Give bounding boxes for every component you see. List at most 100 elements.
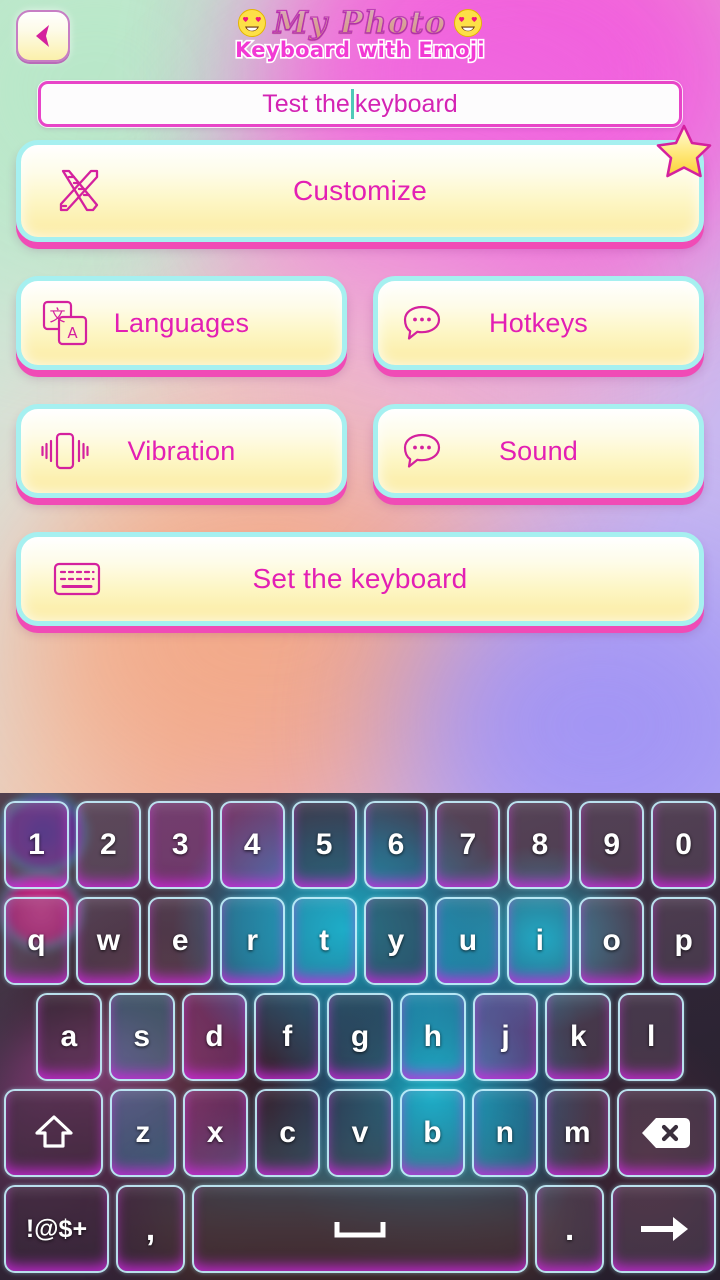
zxcv-row: z x c vbn m bbox=[0, 1085, 720, 1181]
key-c[interactable]: c bbox=[254, 1089, 321, 1177]
set-keyboard-button[interactable]: Set the keyboard bbox=[16, 532, 704, 626]
languages-button[interactable]: 文 A Languages bbox=[16, 276, 347, 370]
key-0-label: 0 bbox=[675, 828, 692, 861]
bottom-row: !@$+,. bbox=[0, 1181, 720, 1277]
key-k[interactable]: k bbox=[545, 993, 612, 1081]
logo-script-text: My Photo bbox=[269, 4, 452, 42]
key-d-label: d bbox=[205, 1020, 224, 1053]
key-z[interactable]: z bbox=[110, 1089, 176, 1177]
keyboard-rows: 1 2 3 4 5 6 7 8 9 0 q w e r t y u i o p a s d f g h j k l z x c v b n m !@$+… bbox=[0, 793, 720, 1280]
key-q[interactable]: q bbox=[4, 897, 69, 985]
key-v[interactable]: v bbox=[327, 1089, 393, 1177]
key-t[interactable]: t bbox=[291, 897, 357, 985]
translate-icon: 文 A bbox=[39, 297, 91, 349]
key-x[interactable]: x bbox=[182, 1089, 248, 1177]
key-m[interactable]: m bbox=[544, 1089, 610, 1177]
vibrating-phone-icon bbox=[39, 425, 91, 477]
key-symbols[interactable]: !@$+ bbox=[4, 1185, 109, 1273]
sound-button[interactable]: Sound bbox=[373, 404, 704, 498]
virtual-keyboard: 1 2 3 4 5 6 7 8 9 0 q w e r t y u i o p a s d f g h j k l z x c v b n m !@$+… bbox=[0, 793, 720, 1280]
qwerty-row: q w e r t y uio p bbox=[0, 893, 720, 989]
key-period-label: . bbox=[564, 1210, 575, 1248]
shift-arrow-icon bbox=[31, 1112, 77, 1154]
hotkeys-button[interactable]: Hotkeys bbox=[373, 276, 704, 370]
key-a-label: a bbox=[60, 1020, 78, 1053]
key-d[interactable]: d bbox=[181, 993, 248, 1081]
key-m-label: m bbox=[563, 1116, 591, 1149]
key-g[interactable]: g bbox=[327, 993, 393, 1081]
key-s-label: s bbox=[133, 1020, 151, 1053]
key-j-label: j bbox=[501, 1020, 510, 1053]
key-b[interactable]: b bbox=[399, 1089, 466, 1177]
key-symbols-label: !@$+ bbox=[25, 1214, 88, 1243]
settings-menu: Customize 文 A Languages Hotkeys Vibratio… bbox=[0, 124, 720, 626]
test-keyboard-input[interactable]: Test the keyboard bbox=[38, 81, 682, 127]
key-a[interactable]: a bbox=[36, 993, 102, 1081]
key-space[interactable] bbox=[192, 1185, 528, 1273]
set-keyboard-label: Set the keyboard bbox=[252, 563, 468, 594]
logo-subtitle: Keyboard with Emoji bbox=[233, 36, 486, 63]
key-1[interactable]: 1 bbox=[4, 801, 69, 889]
key-6[interactable]: 6 bbox=[363, 801, 429, 889]
key-c-label: c bbox=[279, 1116, 296, 1149]
key-h[interactable]: h bbox=[399, 993, 466, 1081]
key-q-label: q bbox=[27, 924, 46, 957]
test-input-value: Test the keyboard bbox=[262, 89, 458, 119]
key-period[interactable]: . bbox=[535, 1185, 605, 1273]
key-9[interactable]: 9 bbox=[579, 801, 645, 889]
key-backspace[interactable] bbox=[616, 1089, 717, 1177]
key-4[interactable]: 4 bbox=[219, 801, 285, 889]
key-o-label: o bbox=[602, 924, 621, 957]
key-t-label: t bbox=[319, 924, 330, 957]
key-u-label: u bbox=[458, 924, 478, 957]
key-6-label: 6 bbox=[387, 828, 405, 861]
key-w[interactable]: w bbox=[75, 897, 141, 985]
key-y[interactable]: y bbox=[363, 897, 429, 985]
key-z-label: z bbox=[135, 1116, 151, 1149]
key-0[interactable]: 0 bbox=[651, 801, 717, 889]
key-u[interactable]: u bbox=[435, 897, 501, 985]
speech-bubble-icon bbox=[396, 425, 448, 477]
key-h-label: h bbox=[423, 1020, 442, 1053]
key-n-label: n bbox=[495, 1116, 514, 1149]
text-caret bbox=[350, 89, 354, 119]
key-5[interactable]: 5 bbox=[291, 801, 357, 889]
key-x-label: x bbox=[206, 1116, 224, 1149]
key-l-label: l bbox=[646, 1020, 656, 1053]
key-8[interactable]: 8 bbox=[507, 801, 573, 889]
key-o[interactable]: o bbox=[579, 897, 645, 985]
header: My Photo Keyboard with Emoji bbox=[0, 0, 720, 72]
key-3[interactable]: 3 bbox=[147, 801, 213, 889]
speech-bubble-icon bbox=[396, 297, 448, 349]
key-r[interactable]: r bbox=[219, 897, 285, 985]
key-k-label: k bbox=[570, 1020, 587, 1053]
key-l[interactable]: l bbox=[618, 993, 685, 1081]
key-s[interactable]: s bbox=[108, 993, 175, 1081]
key-e-label: e bbox=[171, 924, 189, 957]
key-shift[interactable] bbox=[4, 1089, 104, 1177]
customize-button[interactable]: Customize bbox=[16, 124, 712, 242]
key-comma[interactable]: , bbox=[115, 1185, 185, 1273]
key-enter[interactable] bbox=[611, 1185, 716, 1273]
key-n[interactable]: n bbox=[472, 1089, 538, 1177]
key-i[interactable]: i bbox=[507, 897, 573, 985]
svg-text:A: A bbox=[67, 324, 78, 342]
vibration-button[interactable]: Vibration bbox=[16, 404, 347, 498]
key-f[interactable]: f bbox=[254, 993, 321, 1081]
key-p[interactable]: p bbox=[651, 897, 717, 985]
svg-text:文: 文 bbox=[49, 306, 65, 325]
key-8-label: 8 bbox=[531, 828, 549, 861]
key-j[interactable]: j bbox=[472, 993, 539, 1081]
key-v-label: v bbox=[351, 1116, 369, 1149]
key-2[interactable]: 2 bbox=[75, 801, 141, 889]
key-r-label: r bbox=[246, 924, 259, 957]
ruler-pencil-icon bbox=[49, 163, 105, 219]
key-y-label: y bbox=[387, 924, 405, 957]
enter-arrow-icon bbox=[637, 1212, 691, 1246]
key-4-label: 4 bbox=[243, 828, 261, 861]
key-p-label: p bbox=[674, 924, 693, 957]
key-7[interactable]: 7 bbox=[435, 801, 501, 889]
customize-label: Customize bbox=[292, 175, 428, 206]
key-e[interactable]: e bbox=[147, 897, 213, 985]
key-w-label: w bbox=[96, 924, 121, 957]
